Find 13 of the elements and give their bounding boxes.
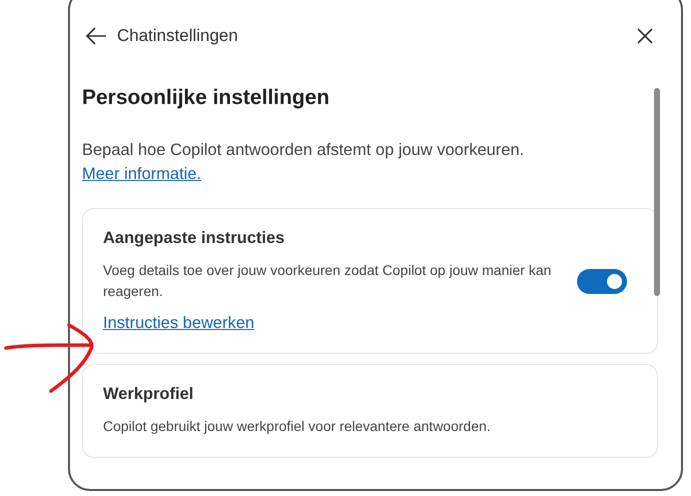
card-title: Aangepaste instructies (103, 229, 286, 248)
section-heading: Persoonlijke instellingen (82, 86, 330, 110)
dialog-title: Chatinstellingen (117, 26, 239, 46)
close-button[interactable] (637, 28, 653, 44)
card-title: Werkprofiel (103, 385, 194, 404)
card-description: Voeg details toe over jouw voorkeuren zodat Copilot op jouw manier kan reageren. (103, 261, 552, 301)
card-description: Copilot gebruikt jouw werkprofiel voor relevantere antwoorden. (103, 417, 492, 436)
section-description: Bepaal hoe Copilot antwoorden afstemt op jouw voorkeuren. Meer informatie. (82, 140, 526, 185)
toggle-switch[interactable] (577, 268, 627, 294)
more-info-link[interactable]: Meer informatie. (82, 165, 202, 183)
edit-instructions-link[interactable]: Instructies bewerken (103, 314, 254, 333)
back-button[interactable] (85, 27, 107, 45)
scrollbar[interactable] (654, 88, 660, 296)
